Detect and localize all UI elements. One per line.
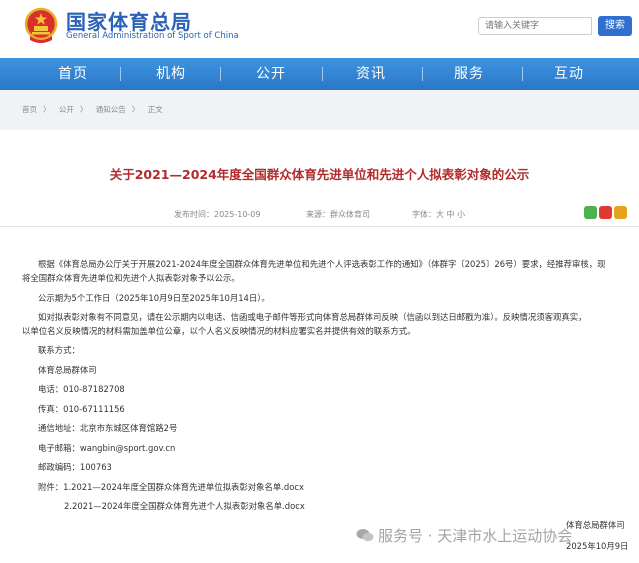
contact-address: 通信地址：北京市东城区体育馆路2号 xyxy=(38,423,178,433)
paragraph: 将全国群众体育先进单位和先进个人拟表彰对象予以公示。 xyxy=(22,273,240,283)
nav-item-news[interactable]: 资讯 xyxy=(336,58,406,90)
search-input[interactable] xyxy=(478,17,592,35)
font-size-switcher[interactable]: 字体：大 中 小 xyxy=(412,209,465,220)
wechat-share-icon[interactable] xyxy=(584,206,597,219)
site-header: 国家体育总局 General Administration of Sport o… xyxy=(0,0,639,58)
breadcrumb-home[interactable]: 首页 xyxy=(22,105,37,114)
search-button[interactable]: 搜索 xyxy=(598,16,632,36)
paragraph: 如对拟表彰对象有不同意见，请在公示期内以电话、信函或电子邮件等形式向体育总局群体… xyxy=(38,312,587,322)
nav-item-services[interactable]: 服务 xyxy=(434,58,504,90)
attachment-link[interactable]: 2.2021—2024年度全国群众体育先进个人拟表彰对象名单.docx xyxy=(64,500,305,512)
nav-separator xyxy=(522,67,523,81)
wechat-watermark-icon xyxy=(356,529,374,542)
signature-date: 2025年10月9日 xyxy=(566,541,629,551)
national-emblem-icon xyxy=(24,7,58,43)
nav-item-home[interactable]: 首页 xyxy=(38,58,108,90)
attachment-link[interactable]: 附件：1.2021—2024年度全国群众体育先进单位拟表彰对象名单.docx xyxy=(38,481,304,493)
breadcrumb: 首页〉 公开〉 通知公告〉 正文 xyxy=(22,104,169,115)
nav-separator xyxy=(422,67,423,81)
nav-item-organization[interactable]: 机构 xyxy=(136,58,206,90)
contact-email: 电子邮箱：wangbin@sport.gov.cn xyxy=(38,443,176,453)
breadcrumb-separator: 〉 xyxy=(43,105,51,114)
favorite-star-icon[interactable] xyxy=(614,206,627,219)
signature-org: 体育总局群体司 xyxy=(566,520,625,530)
paragraph: 以单位名义反映情况的材料需加盖单位公章，以个人名义反映情况的材料应署实名并提供有… xyxy=(22,326,416,336)
nav-separator xyxy=(322,67,323,81)
publish-date: 发布时间：2025-10-09 xyxy=(174,210,261,219)
paragraph: 联系方式： xyxy=(38,345,80,355)
contact-fax: 传真：010-67111156 xyxy=(38,404,125,414)
nav-item-interaction[interactable]: 互动 xyxy=(534,58,604,90)
breadcrumb-public[interactable]: 公开 xyxy=(59,105,74,114)
watermark-text: 服务号 · 天津市水上运动协会 xyxy=(378,527,573,545)
article-title: 关于2021—2024年度全国群众体育先进单位和先进个人拟表彰对象的公示 xyxy=(109,167,530,182)
main-nav: 首页 机构 公开 资讯 服务 互动 xyxy=(0,58,639,90)
nav-separator xyxy=(120,67,121,81)
breadcrumb-separator: 〉 xyxy=(79,105,88,114)
contact-postcode: 邮政编码：100763 xyxy=(38,462,112,472)
nav-separator xyxy=(220,67,221,81)
site-subtitle: General Administration of Sport of China xyxy=(66,31,239,41)
nav-item-public[interactable]: 公开 xyxy=(236,58,306,90)
meta-divider xyxy=(0,226,639,227)
article-panel xyxy=(0,130,639,563)
paragraph: 体育总局群体司 xyxy=(38,365,97,375)
contact-phone: 电话：010-87182708 xyxy=(38,384,125,394)
breadcrumb-current: 正文 xyxy=(147,105,163,114)
paragraph: 根据《体育总局办公厅关于开展2021-2024年度全国群众体育先进单位和先进个人… xyxy=(38,259,606,269)
weibo-share-icon[interactable] xyxy=(599,206,612,219)
article-source: 来源：群众体育司 xyxy=(306,210,370,219)
breadcrumb-notices[interactable]: 通知公告 xyxy=(96,105,126,114)
paragraph: 公示期为5个工作日（2025年10月9日至2025年10月14日）。 xyxy=(38,293,270,303)
breadcrumb-separator: 〉 xyxy=(131,105,140,114)
